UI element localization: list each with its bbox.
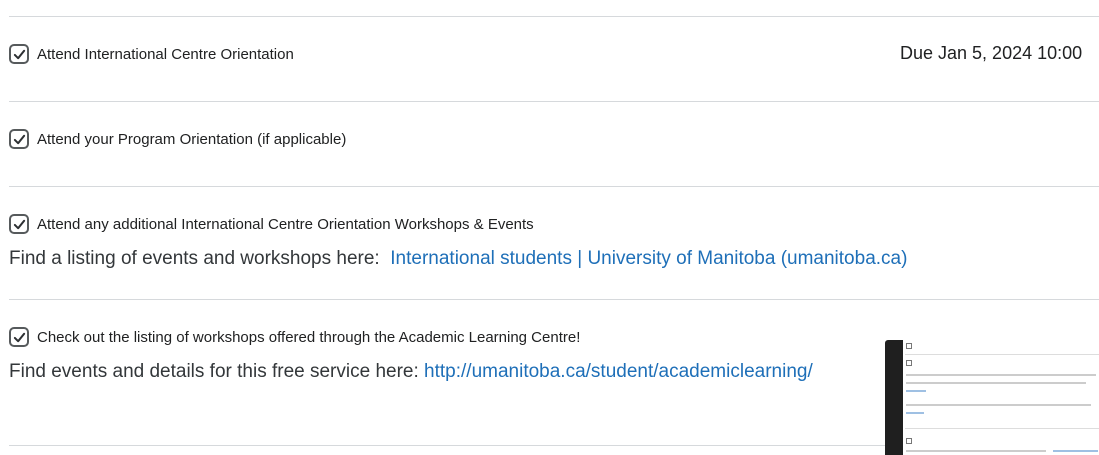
divider: [9, 16, 1099, 17]
task-item-orientation-workshops: Attend any additional International Cent…: [9, 214, 534, 234]
task-label: Check out the listing of workshops offer…: [37, 328, 581, 346]
task-label: Attend International Centre Orientation: [37, 45, 294, 63]
checkmark-icon: [13, 332, 25, 342]
task-item-international-centre-orientation: Attend International Centre Orientation: [9, 44, 294, 64]
task-detail-paragraph: Find a listing of events and workshops h…: [9, 248, 907, 270]
checkmark-icon: [13, 49, 25, 59]
preview-thumbnail-content: ​: [903, 340, 1099, 455]
international-students-link[interactable]: International students | University of M…: [390, 248, 907, 269]
task-item-program-orientation: Attend your Program Orientation (if appl…: [9, 129, 346, 149]
task-checkbox[interactable]: [9, 44, 29, 64]
task-checkbox[interactable]: [9, 327, 29, 347]
task-label: Attend any additional International Cent…: [37, 215, 534, 233]
task-detail-paragraph: Find events and details for this free se…: [9, 361, 813, 383]
task-item-academic-learning-centre: Check out the listing of workshops offer…: [9, 327, 580, 347]
checkmark-icon: [13, 134, 25, 144]
task-detail-text: Find a listing of events and workshops h…: [9, 248, 380, 269]
checkmark-icon: [13, 219, 25, 229]
divider: [9, 101, 1099, 102]
task-checkbox[interactable]: [9, 129, 29, 149]
task-detail-text: Find events and details for this free se…: [9, 361, 419, 382]
checklist-page: Attend International Centre Orientation …: [0, 0, 1099, 455]
divider: [9, 186, 1099, 187]
task-label: Attend your Program Orientation (if appl…: [37, 130, 347, 148]
academic-learning-link[interactable]: http://umanitoba.ca/student/academiclear…: [424, 361, 813, 382]
due-date: Due Jan 5, 2024 10:00: [900, 43, 1083, 63]
divider: [9, 299, 1099, 300]
preview-thumbnail[interactable]: ​: [885, 340, 1099, 455]
task-checkbox[interactable]: [9, 214, 29, 234]
